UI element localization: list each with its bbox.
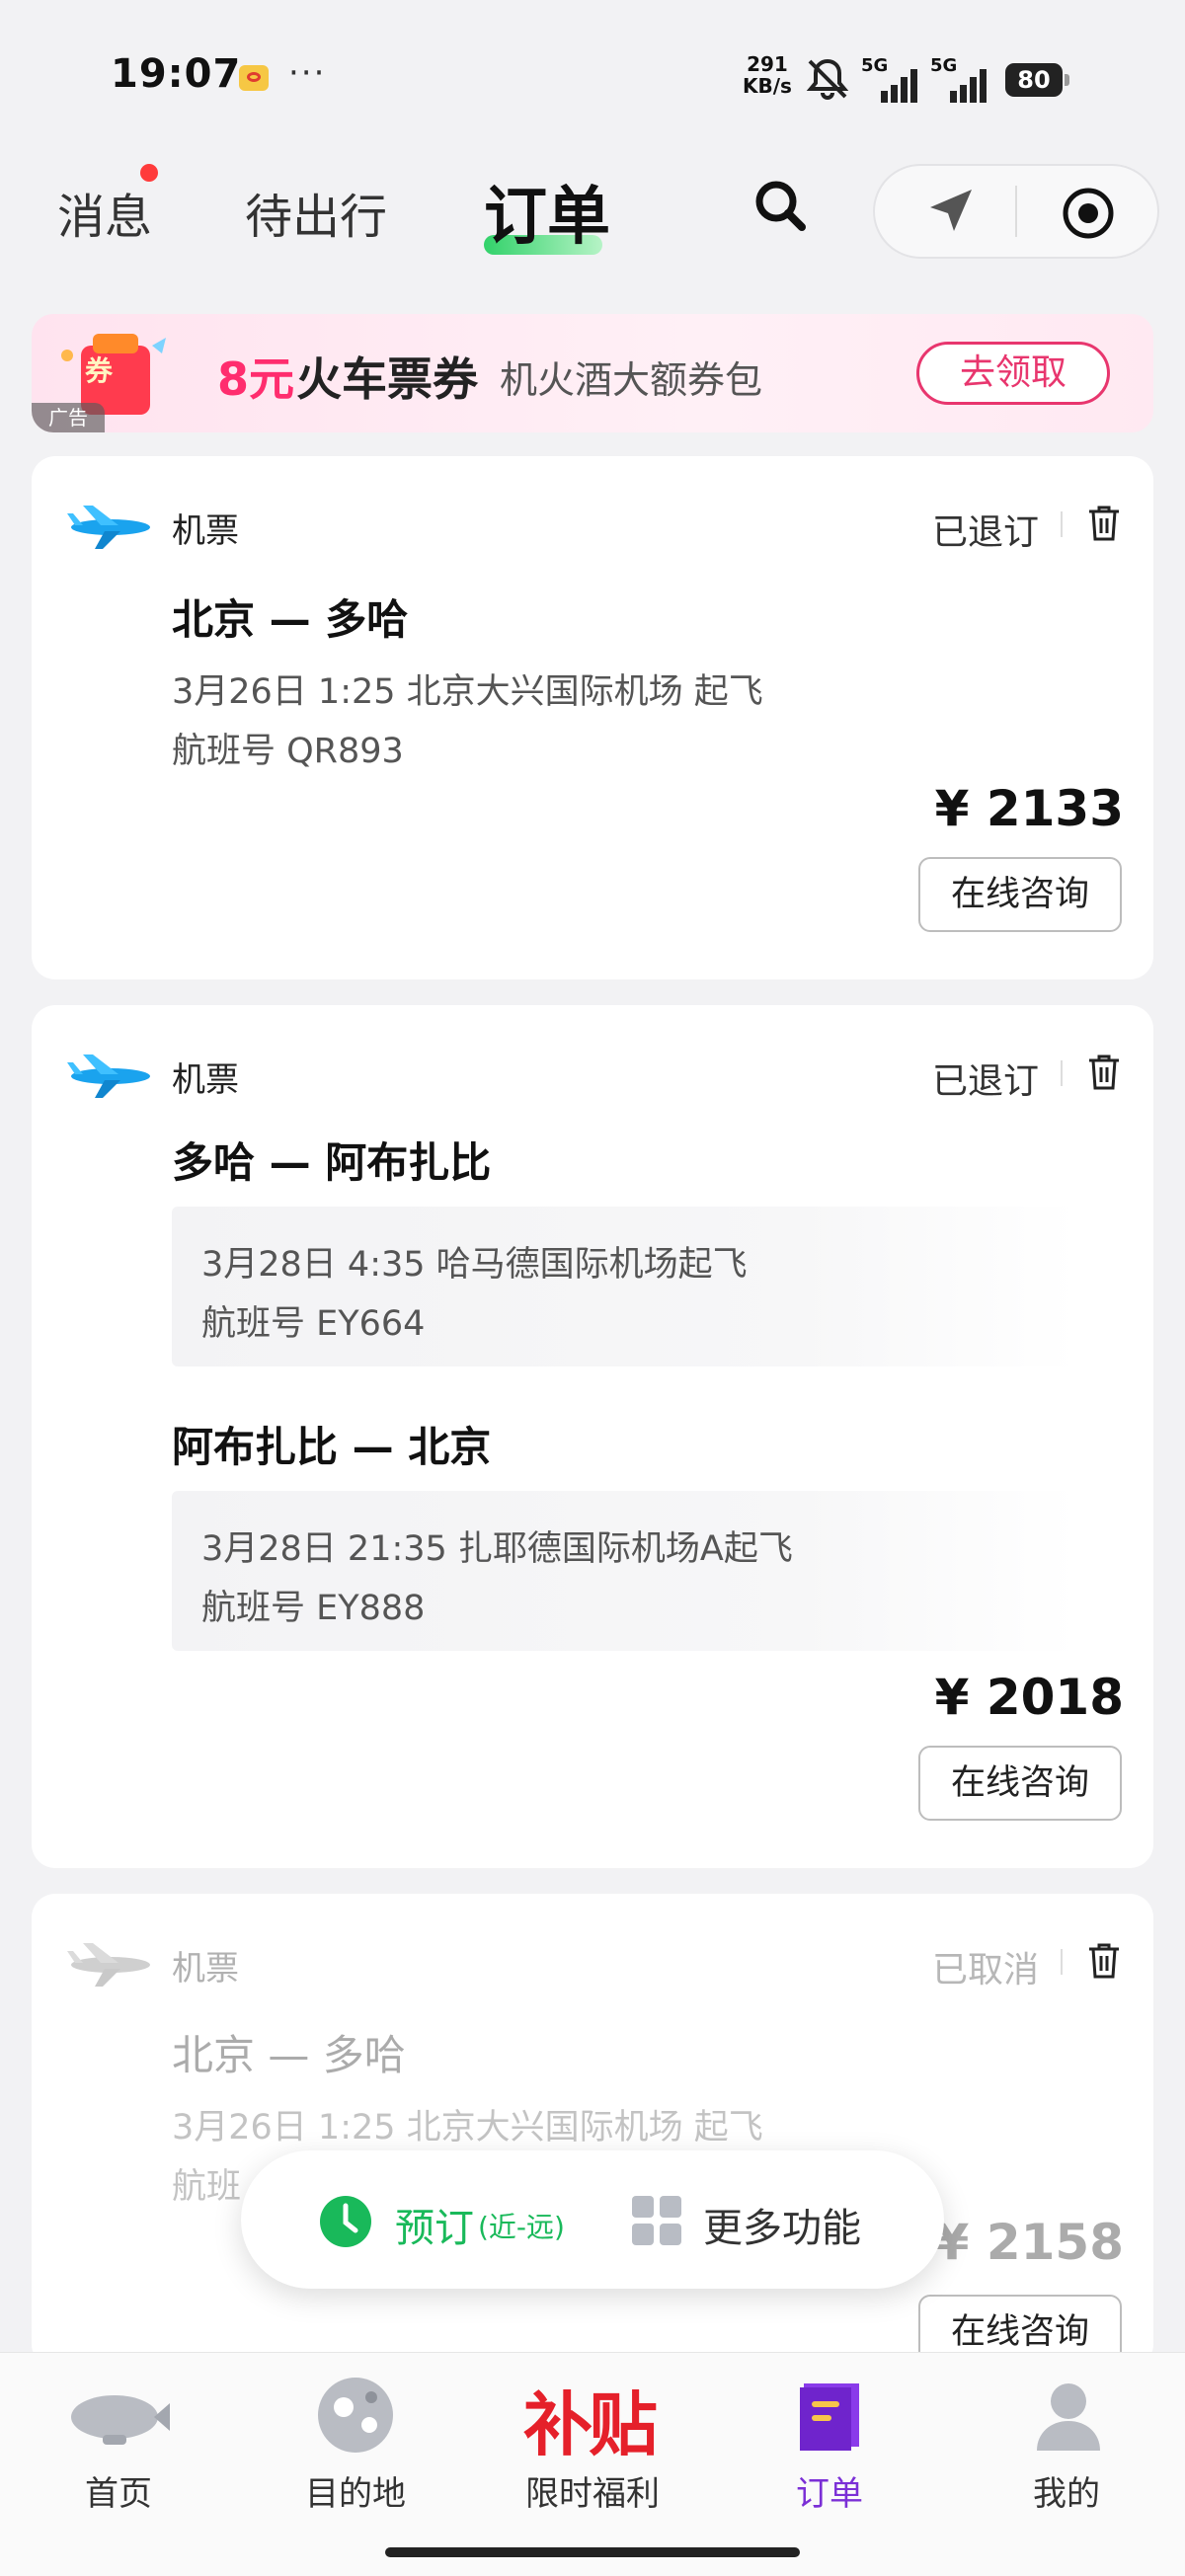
status-divider [1061, 1949, 1063, 1975]
status-divider [1061, 511, 1063, 537]
trash-icon[interactable] [1086, 1941, 1122, 1981]
flight-number: 航班号 EY888 [201, 1589, 426, 1628]
tab-upcoming-trips[interactable]: 待出行 [245, 178, 387, 247]
close-target-icon[interactable] [1061, 186, 1116, 241]
orders-book-icon[interactable] [790, 2376, 869, 2455]
weibo-notification-icon [239, 65, 269, 91]
order-status: 已取消 [932, 1950, 1040, 1991]
order-price: ¥ 2133 [934, 780, 1124, 837]
coupon-gift-text: 券 [85, 354, 114, 387]
tab-messages[interactable]: 消息 [57, 178, 152, 247]
flight-number: 航班号 QR893 [172, 732, 404, 771]
route-title: 北京 — 多哈 [172, 595, 409, 644]
trash-icon[interactable] [1086, 504, 1122, 543]
home-indicator[interactable] [385, 2547, 800, 2557]
airplane-icon [67, 1054, 150, 1098]
unread-dot [140, 164, 158, 182]
route-title: 多哈 — 阿布扎比 [172, 1138, 492, 1187]
route-title: 阿布扎比 — 北京 [172, 1423, 492, 1471]
status-divider [1061, 1060, 1063, 1086]
route-title: 北京 — 多哈 [172, 2031, 406, 2079]
order-price: ¥ 2018 [934, 1669, 1124, 1726]
search-icon[interactable] [750, 176, 810, 235]
order-status: 已退订 [932, 1061, 1040, 1102]
network-speed: 291 KB/s [743, 53, 792, 97]
ad-title-highlight: 8元 [217, 352, 295, 406]
book-sort-label[interactable]: (近-远) [478, 2206, 565, 2245]
location-arrow-icon[interactable] [922, 184, 978, 239]
tab-orders[interactable]: 订单 [484, 166, 610, 257]
nav-profile[interactable]: 我的 [968, 2466, 1165, 2515]
book-button[interactable]: 预订 [395, 2196, 474, 2253]
grid-icon[interactable] [630, 2194, 683, 2247]
online-consult-button[interactable]: 在线咨询 [918, 857, 1122, 932]
online-consult-button[interactable]: 在线咨询 [918, 1746, 1122, 1821]
claim-coupon-button[interactable]: 去领取 [916, 342, 1110, 405]
flight-departure-info: 3月26日 1:25 北京大兴国际机场 起飞 [172, 2108, 763, 2147]
nav-destination[interactable]: 目的地 [257, 2466, 454, 2515]
flight-departure-info: 3月28日 21:35 扎耶德国际机场A起飞 [201, 1529, 793, 1569]
more-features-button[interactable]: 更多功能 [703, 2196, 861, 2253]
more-notifications-icon: ··· [288, 53, 327, 93]
subsidy-logo[interactable]: 补贴 [523, 2370, 658, 2469]
order-type-label: 机票 [172, 1949, 239, 1989]
nav-orders[interactable]: 订单 [731, 2466, 928, 2515]
bell-muted-icon [806, 58, 849, 100]
airplane-icon [67, 506, 150, 549]
network-speed-value: 291 [747, 52, 788, 76]
home-airship-icon[interactable] [63, 2378, 172, 2457]
ad-tag: 广告 [32, 403, 105, 432]
trash-icon[interactable] [1086, 1053, 1122, 1092]
profile-avatar-icon[interactable] [1029, 2376, 1108, 2455]
nav-limited-offers[interactable]: 限时福利 [494, 2466, 691, 2515]
network-speed-unit: KB/s [743, 74, 792, 98]
status-time: 19:07 [111, 51, 242, 97]
flight-number: 航班号 EY664 [201, 1304, 426, 1344]
clock-icon[interactable] [318, 2194, 373, 2249]
order-type-label: 机票 [172, 511, 239, 551]
destination-globe-icon[interactable] [314, 2374, 397, 2457]
battery-indicator: 80 [1005, 63, 1069, 97]
flight-number: 航班 [172, 2167, 242, 2207]
flight-departure-info: 3月28日 4:35 哈马德国际机场起飞 [201, 1245, 748, 1285]
ad-title: 火车票券 [296, 352, 478, 406]
ad-subtitle: 机火酒大额券包 [500, 358, 763, 402]
order-type-label: 机票 [172, 1060, 239, 1100]
order-status: 已退订 [932, 512, 1040, 553]
nav-home[interactable]: 首页 [20, 2466, 217, 2515]
airplane-icon [67, 1943, 150, 1987]
capsule-divider [1015, 186, 1017, 237]
flight-departure-info: 3月26日 1:25 北京大兴国际机场 起飞 [172, 672, 763, 712]
